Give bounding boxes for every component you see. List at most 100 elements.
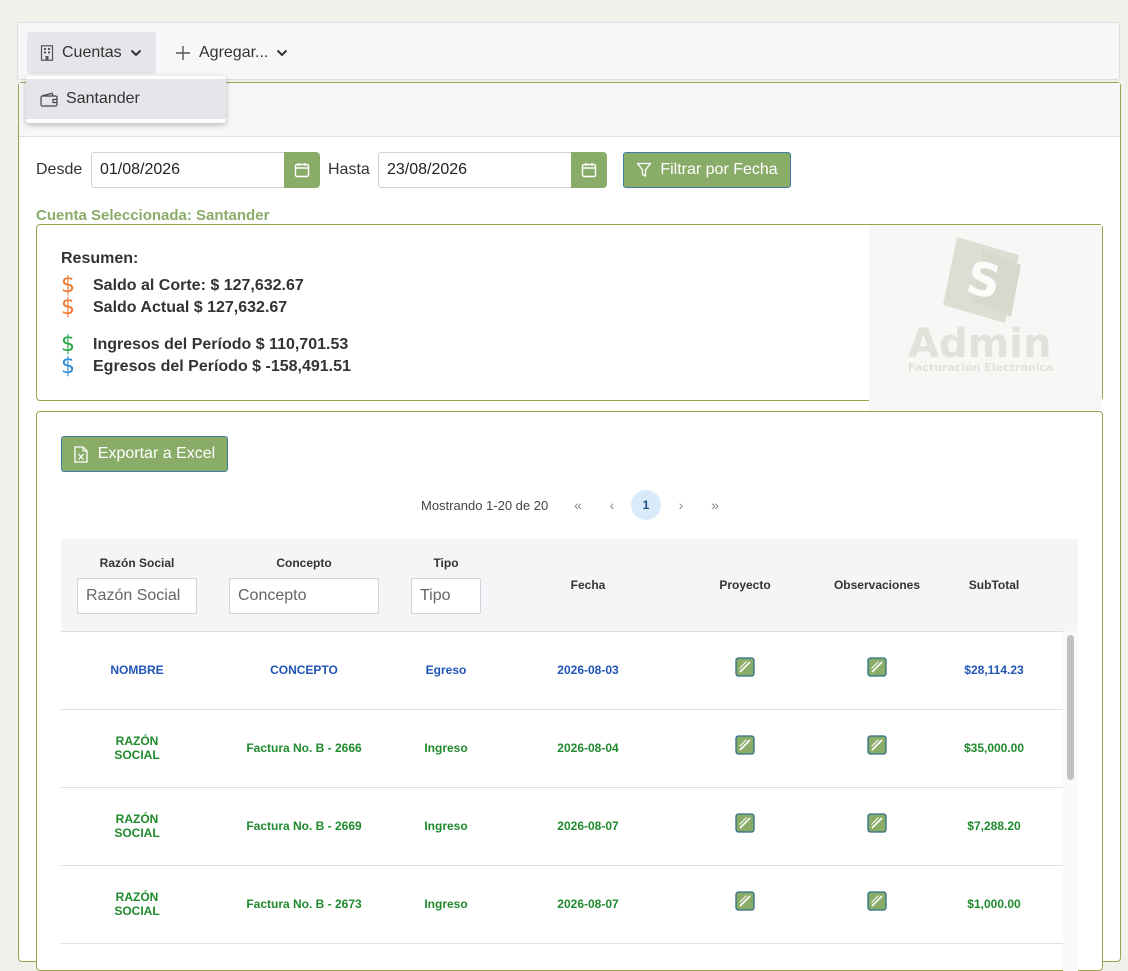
pager-last-button[interactable]: » [700, 490, 730, 520]
hasta-label: Hasta [328, 161, 370, 178]
cell-fecha: 2026-08-07 [557, 897, 619, 911]
dollar-icon: $ [61, 354, 75, 379]
agregar-label: Agregar... [199, 44, 269, 61]
admin-logo: S Admin Facturación Electrónica [869, 225, 1102, 410]
tipo-filter-input[interactable] [411, 578, 481, 614]
proyecto-edit-icon[interactable] [735, 657, 755, 677]
agregar-menu-button[interactable]: Agregar... [173, 32, 293, 74]
hasta-calendar-button[interactable] [571, 152, 607, 188]
cell-razon-social: NOMBRE [110, 663, 164, 677]
calendar-icon [581, 163, 597, 178]
proyecto-edit-icon[interactable] [735, 891, 755, 911]
table-scrollbar[interactable] [1063, 631, 1078, 971]
main-card: Desde Hasta Filtrar por Fecha Cuenta Sel… [18, 82, 1121, 971]
table-row: RAZÓN SOCIAL Factura No. B - 2669 Ingreso 2… [61, 787, 1063, 866]
pager-page-1[interactable]: 1 [631, 490, 661, 520]
proyecto-edit-icon[interactable] [735, 735, 755, 755]
saldo-corte-text: Saldo al Corte: $ 127,632.67 [93, 277, 304, 294]
header-proyecto: Proyecto [719, 578, 771, 592]
table-row: NOMBRE CONCEPTO Egreso 2026-08-03 $28,114.23 [61, 631, 1063, 710]
logo-subtext: Facturación Electrónica [908, 361, 1053, 374]
dropdown-item-santander[interactable]: Santander [26, 79, 226, 119]
cell-concepto: CONCEPTO [270, 663, 338, 677]
egresos-line: $ Egresos del Período $ -158,491.51 [61, 356, 351, 378]
saldo-actual-line: $ Saldo Actual $ 127,632.67 [61, 297, 287, 319]
cuentas-menu-button[interactable]: Cuentas [27, 32, 156, 74]
funnel-icon [637, 162, 652, 177]
cell-razon-social: RAZÓN SOCIAL [114, 812, 160, 840]
header-observaciones: Observaciones [833, 578, 921, 592]
chevron-down-icon [130, 49, 141, 57]
cell-subtotal: $7,288.20 [967, 819, 1021, 833]
cell-fecha: 2026-08-04 [557, 741, 619, 755]
ingresos-text: Ingresos del Período $ 110,701.53 [93, 336, 349, 353]
header-fecha: Fecha [570, 578, 606, 592]
filter-by-date-button[interactable]: Filtrar por Fecha [623, 152, 791, 188]
observaciones-edit-icon[interactable] [867, 657, 887, 677]
scrollbar-thumb[interactable] [1067, 635, 1074, 780]
header-subtotal: SubTotal [968, 578, 1020, 592]
cell-concepto: Factura No. B - 2669 [246, 819, 362, 833]
cell-concepto: Factura No. B - 2673 [246, 897, 362, 911]
building-icon [40, 45, 54, 61]
cell-observaciones [817, 787, 937, 865]
saldo-actual-text: Saldo Actual $ 127,632.67 [93, 299, 288, 316]
proyecto-edit-icon[interactable] [735, 813, 755, 833]
observaciones-edit-icon[interactable] [867, 735, 887, 755]
header-concepto: Concepto [276, 556, 332, 570]
cell-subtotal: $1,000.00 [967, 897, 1021, 911]
desde-calendar-button[interactable] [284, 152, 320, 188]
table-header: Razón Social Concepto Tipo Fecha Proyect… [61, 539, 1078, 632]
table-row: RAZÓN SOCIAL Factura No. B - 2666 Ingreso 2… [61, 709, 1063, 788]
cell-subtotal: $35,000.00 [963, 741, 1025, 755]
cell-subtotal: $28,114.23 [964, 663, 1024, 677]
observaciones-edit-icon[interactable] [867, 891, 887, 911]
header-razon-social: Razón Social [99, 556, 175, 570]
hasta-date-input[interactable] [378, 152, 572, 188]
cell-fecha: 2026-08-03 [557, 663, 619, 677]
transactions-card: Exportar a Excel Mostrando 1-20 de 20 « … [36, 411, 1103, 971]
dropdown-item-label: Santander [66, 90, 140, 107]
table-row: RAZÓN SOCIAL Factura No. B - 2673 Ingreso 2… [61, 865, 1063, 944]
selected-account-label: Cuenta Seleccionada: Santander [36, 207, 270, 224]
export-excel-button[interactable]: Exportar a Excel [61, 436, 228, 472]
chevron-down-icon [277, 49, 288, 57]
cell-observaciones [817, 631, 937, 709]
egresos-text: Egresos del Período $ -158,491.51 [93, 358, 351, 375]
cell-tipo: Ingreso [424, 741, 468, 755]
pager-prev-button[interactable]: ‹ [597, 490, 627, 520]
header-tipo: Tipo [433, 556, 459, 570]
filter-button-label: Filtrar por Fecha [660, 161, 778, 178]
export-button-label: Exportar a Excel [97, 445, 216, 462]
razon-social-filter-input[interactable] [77, 578, 197, 614]
dollar-icon: $ [61, 332, 75, 357]
cell-proyecto [685, 787, 805, 865]
cell-concepto: Factura No. B - 2666 [246, 741, 362, 755]
wallet-icon [40, 91, 58, 107]
cell-proyecto [685, 631, 805, 709]
desde-date-input[interactable] [91, 152, 285, 188]
excel-file-icon [74, 445, 88, 463]
cell-proyecto [685, 865, 805, 943]
cell-tipo: Egreso [425, 663, 467, 677]
plus-icon [176, 46, 190, 60]
pager-first-button[interactable]: « [563, 490, 593, 520]
summary-panel: S Admin Facturación Electrónica Resumen:… [36, 224, 1103, 410]
calendar-icon [294, 163, 310, 178]
cuentas-dropdown: Santander [26, 76, 226, 123]
pager-next-button[interactable]: › [666, 490, 696, 520]
cuentas-label: Cuentas [62, 44, 122, 61]
cell-observaciones [817, 709, 937, 787]
observaciones-edit-icon[interactable] [867, 813, 887, 833]
dollar-icon: $ [61, 273, 75, 298]
pager-info: Mostrando 1-20 de 20 [421, 498, 549, 513]
dollar-icon: $ [61, 295, 75, 320]
cell-tipo: Ingreso [424, 819, 468, 833]
concepto-filter-input[interactable] [229, 578, 379, 614]
cell-proyecto [685, 709, 805, 787]
top-toolbar: Cuentas Agregar... [17, 22, 1120, 80]
desde-label: Desde [36, 161, 83, 178]
ingresos-line: $ Ingresos del Período $ 110,701.53 [61, 334, 348, 356]
cell-razon-social: RAZÓN SOCIAL [114, 734, 160, 762]
summary-title: Resumen: [61, 250, 139, 267]
